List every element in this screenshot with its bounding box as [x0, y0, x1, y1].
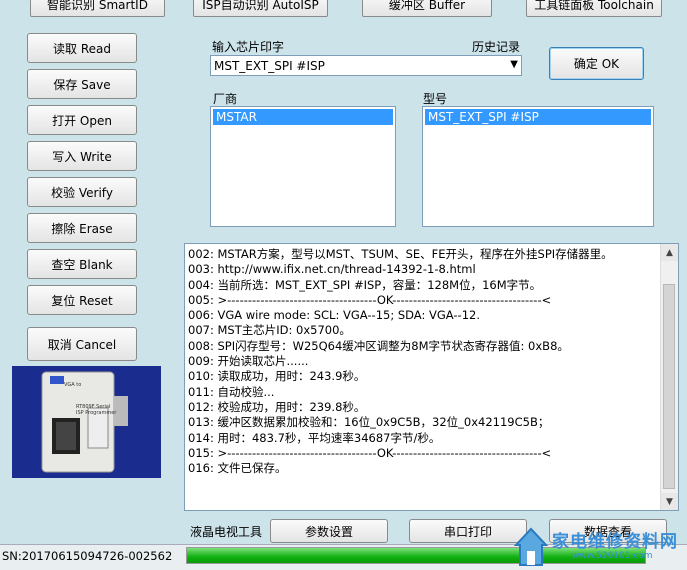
model-label: 型号	[423, 92, 448, 106]
device-label-vga: VGA to	[64, 382, 82, 388]
read-button[interactable]: 读取 Read	[27, 33, 137, 63]
blank-button[interactable]: 查空 Blank	[27, 249, 137, 279]
save-button[interactable]: 保存 Save	[27, 69, 137, 99]
watermark-text: 家电维修资料网	[552, 532, 678, 552]
chevron-down-icon[interactable]: ▼	[510, 59, 518, 70]
smartid-button[interactable]: 智能识别 SmartID	[30, 0, 165, 17]
log-line: 013: 缓冲区数据累加校验和：16位_0x9C5B，32位_0x42119C5…	[188, 415, 550, 430]
tv-tools-label: 液晶电视工具	[190, 525, 263, 539]
erase-button[interactable]: 擦除 Erase	[27, 213, 137, 243]
manufacturer-list[interactable]: MSTAR	[210, 106, 396, 227]
log-line: 004: 当前所选：MST_EXT_SPI #ISP，容量：128M位，16M字…	[188, 277, 542, 292]
log-line: 008: SPI闪存型号：W25Q64缓冲区调整为8M字节状态寄存器值: 0xB…	[188, 338, 569, 353]
serial-print-button[interactable]: 串口打印	[409, 519, 527, 543]
log-line: 006: VGA wire mode: SCL: VGA--15; SDA: V…	[188, 308, 480, 323]
log-line: 012: 校验成功，用时：239.8秒。	[188, 399, 366, 414]
scroll-thumb[interactable]	[663, 284, 675, 489]
write-button[interactable]: 写入 Write	[27, 141, 137, 171]
params-button[interactable]: 参数设置	[270, 519, 388, 543]
log-line: 009: 开始读取芯片......	[188, 354, 309, 369]
watermark-url: www.520101.com	[572, 551, 653, 561]
toolchain-button[interactable]: 工具链面板 Toolchain	[526, 0, 662, 17]
device-label-type: ISP Programmer	[76, 410, 117, 416]
model-item[interactable]: MST_EXT_SPI #ISP	[425, 109, 651, 125]
log-line: 014: 用时：483.7秒，平均速率34687字节/秒。	[188, 430, 441, 445]
scroll-up-icon[interactable]: ▲	[661, 244, 678, 261]
autoisp-button[interactable]: ISP自动识别 AutoISP	[193, 0, 328, 17]
log-lines: 002: MSTAR方案，型号以MST、TSUM、SE、FE开头，程序在外挂SP…	[188, 247, 658, 476]
chip-combo-value: MST_EXT_SPI #ISP	[214, 58, 325, 73]
serial-number: SN:20170615094726-002562	[2, 549, 173, 563]
cancel-button[interactable]: 取消 Cancel	[27, 327, 137, 361]
device-photo: VGA to RT809F Serial ISP Programmer	[12, 366, 161, 478]
verify-button[interactable]: 校验 Verify	[27, 177, 137, 207]
log-line: 010: 读取成功，用时：243.9秒。	[188, 369, 366, 384]
log-line: 015: >----------------------------------…	[188, 445, 552, 460]
model-list[interactable]: MST_EXT_SPI #ISP	[422, 106, 654, 227]
log-panel[interactable]: 002: MSTAR方案，型号以MST、TSUM、SE、FE开头，程序在外挂SP…	[184, 243, 679, 511]
open-button[interactable]: 打开 Open	[27, 105, 137, 135]
buffer-button[interactable]: 缓冲区 Buffer	[362, 0, 492, 17]
log-scrollbar[interactable]: ▲ ▼	[660, 244, 678, 510]
manufacturer-item[interactable]: MSTAR	[213, 109, 393, 125]
confirm-button[interactable]: 确定 OK	[549, 47, 644, 80]
log-line: 003: http://www.ifix.net.cn/thread-14392…	[188, 262, 476, 277]
history-label: 历史记录	[472, 40, 521, 54]
reset-button[interactable]: 复位 Reset	[27, 285, 137, 315]
log-line: 011: 自动校验...	[188, 384, 275, 399]
log-line: 016: 文件已保存。	[188, 461, 287, 476]
chip-input-label: 输入芯片印字	[212, 40, 285, 54]
programmer-device-image	[12, 366, 161, 478]
scroll-down-icon[interactable]: ▼	[661, 493, 678, 510]
chip-combo[interactable]: MST_EXT_SPI #ISP ▼	[210, 55, 522, 76]
manufacturer-label: 厂商	[213, 92, 238, 106]
log-line: 005: >----------------------------------…	[188, 292, 552, 307]
watermark: 家电维修资料网 www.520101.com	[512, 521, 687, 569]
log-line: 007: MST主芯片ID: 0x5700。	[188, 323, 351, 338]
log-line: 002: MSTAR方案，型号以MST、TSUM、SE、FE开头，程序在外挂SP…	[188, 247, 613, 261]
house-logo-icon	[514, 527, 548, 566]
